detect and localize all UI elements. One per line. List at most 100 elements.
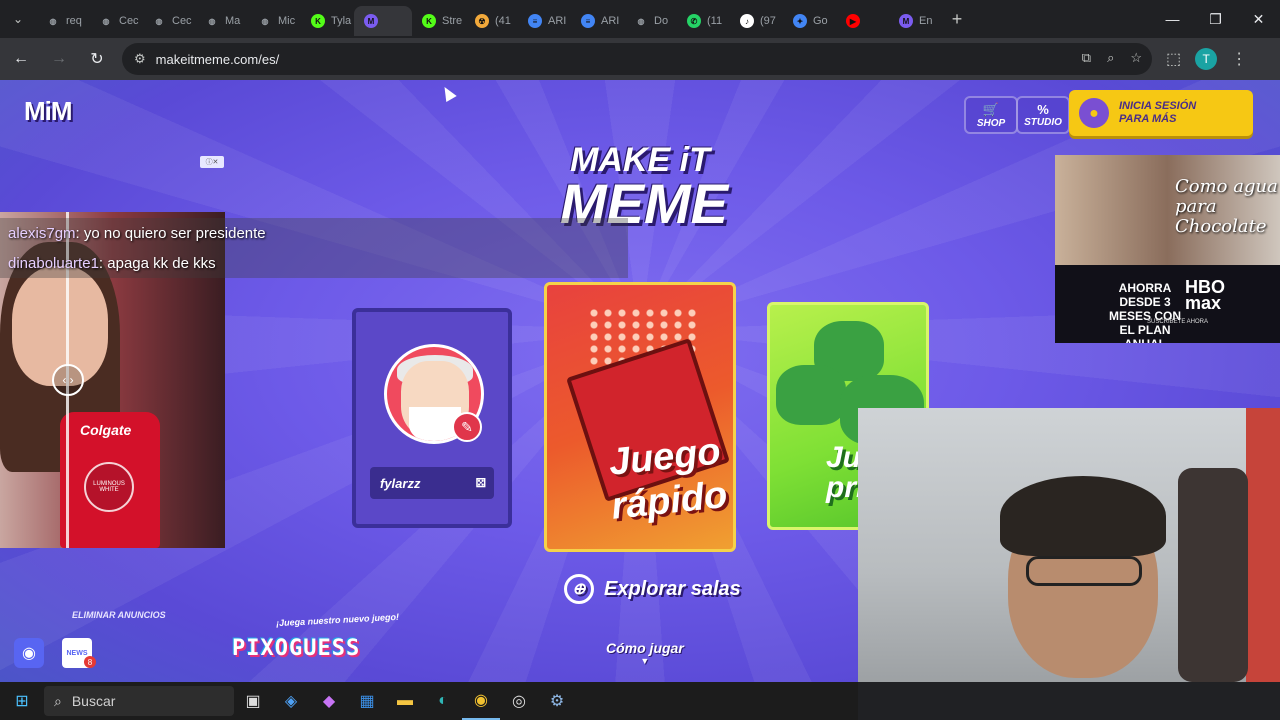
ad-title: Como agua para Chocolate: [1175, 176, 1278, 237]
discord-icon[interactable]: ◉: [14, 638, 44, 668]
globe-icon: ⊕: [564, 574, 594, 604]
edit-avatar-icon[interactable]: ✎: [452, 412, 482, 442]
chat-line: alexis7gm : yo no quiero ser presidente: [0, 218, 628, 248]
chat-user: dinaboluarte1: [8, 254, 99, 272]
extensions-icon[interactable]: ⬚: [1166, 49, 1181, 69]
steam-icon[interactable]: ⚙: [538, 682, 576, 720]
browser-tab[interactable]: K Stre: [412, 6, 465, 36]
news-count-badge: 8: [84, 656, 96, 668]
doc-icon: ≡: [581, 14, 595, 28]
browser-tab[interactable]: ◍ Do: [624, 6, 677, 36]
omnibox-actions: ⧉ ⌕ ☆: [1082, 50, 1142, 66]
file-explorer-icon[interactable]: ▬: [386, 682, 424, 720]
browser-tab[interactable]: ♪ (97: [730, 6, 783, 36]
obs-icon[interactable]: ◎: [500, 682, 538, 720]
login-button[interactable]: ● INICIA SESIÓN PARA MÁS: [1069, 90, 1253, 136]
zoom-icon[interactable]: ⌕: [1107, 50, 1114, 66]
browser-tab[interactable]: M En: [889, 6, 942, 36]
ad-offer: AHORRA DESDE 3 MESES CON EL PLAN ANUAL: [1108, 281, 1181, 343]
browser-tab[interactable]: ◍ req: [36, 6, 89, 36]
hbo-max-ad[interactable]: Como agua para Chocolate AHORRA DESDE 3 …: [1055, 155, 1280, 343]
tab-label: Do: [654, 15, 669, 27]
webcam-glasses: [1026, 556, 1142, 586]
how-to-play-link[interactable]: Cómo jugar ▼: [606, 640, 684, 666]
task-view-icon[interactable]: ▣: [234, 682, 272, 720]
forward-icon[interactable]: →: [42, 42, 76, 76]
minimize-icon[interactable]: —: [1151, 0, 1194, 38]
windows-taskbar: ⊞ ⌕ Buscar ▣ ◈ ◆ ▦ ▬ ◐ ◉ ◎ ⚙: [0, 682, 858, 720]
k-icon: K: [422, 14, 436, 28]
tabs-container: ◍ req ◍ Cec ◍ Cec ◍ Ma ◍ Mic K Tyla M K Stre ☢ (41 ≡ ARI ≡ A…: [36, 2, 942, 36]
pixoguess-link[interactable]: PIXOGUESS: [232, 636, 360, 661]
compare-handle[interactable]: ‹ ›: [52, 364, 84, 396]
browser-tab[interactable]: ◍ Cec: [142, 6, 195, 36]
explore-rooms-button[interactable]: ⊕ Explorar salas: [564, 574, 741, 604]
browser-tab[interactable]: ✦ Go: [783, 6, 836, 36]
chrome-icon[interactable]: ◉: [462, 682, 500, 720]
tab-label: Mic: [278, 15, 296, 27]
tab-search-icon[interactable]: ⌄: [0, 0, 36, 38]
user-icon: ●: [1079, 98, 1109, 128]
bookmark-star-icon[interactable]: ☆: [1130, 50, 1142, 66]
site-logo[interactable]: MiM: [24, 96, 73, 127]
ad-brand: Colgate: [80, 422, 132, 438]
globe-icon: ◍: [208, 16, 216, 26]
adchoices-icon[interactable]: ⓘ✕: [200, 156, 224, 168]
browser-tab[interactable]: M: [354, 6, 412, 36]
quick-play-label: Juego rápido: [583, 427, 733, 531]
cat-illustration: [776, 365, 846, 425]
new-tab-button[interactable]: +: [942, 9, 972, 30]
browser-toolbar: ← → ↻ ⚙ makeitmeme.com/es/ ⧉ ⌕ ☆ ⬚ T ⋮: [0, 38, 1280, 80]
taskbar-search[interactable]: ⌕ Buscar: [44, 686, 234, 716]
chevron-down-icon: ▼: [640, 656, 650, 666]
chat-message: : yo no quiero ser presidente: [75, 224, 266, 242]
remove-ads-link[interactable]: ELIMINAR ANUNCIOS: [72, 610, 166, 620]
browser-tab[interactable]: ▶: [836, 6, 889, 36]
studio-button[interactable]: % STUDIO: [1016, 96, 1070, 134]
reload-icon[interactable]: ↻: [80, 42, 114, 76]
address-bar[interactable]: ⚙ makeitmeme.com/es/ ⧉ ⌕ ☆: [122, 43, 1152, 75]
shop-button[interactable]: 🛒 SHOP: [964, 96, 1018, 134]
browser-tab[interactable]: ◍ Mic: [248, 6, 301, 36]
studio-label: STUDIO: [1024, 117, 1062, 128]
browser-tab[interactable]: ≡ ARI: [571, 6, 624, 36]
browser-tab[interactable]: K Tyla: [301, 6, 354, 36]
ms-store-icon[interactable]: ▦: [348, 682, 386, 720]
globe-icon: ◍: [102, 16, 110, 26]
nickname-input[interactable]: fylarzz ⚄: [370, 467, 494, 499]
tab-label: (41: [495, 15, 511, 27]
tab-label: Cec: [119, 15, 139, 27]
maximize-icon[interactable]: ❐: [1194, 0, 1237, 38]
copilot-icon[interactable]: ◆: [310, 682, 348, 720]
ad-cta: SUSCRÍBETE AHORA: [1147, 319, 1209, 325]
gemini-icon: ✦: [793, 14, 807, 28]
store-icon[interactable]: ◈: [272, 682, 310, 720]
login-label-1: INICIA SESIÓN: [1119, 100, 1197, 112]
site-info-icon[interactable]: ⚙: [134, 51, 146, 67]
browser-tab[interactable]: ≡ ARI: [518, 6, 571, 36]
login-label-2: PARA MÁS: [1119, 113, 1177, 125]
windows-start-icon[interactable]: ⊞: [0, 682, 44, 720]
tab-label: Stre: [442, 15, 463, 27]
menu-icon[interactable]: ⋮: [1231, 49, 1247, 69]
close-icon[interactable]: ✕: [1237, 0, 1280, 38]
webcam-overlay: [858, 408, 1280, 682]
edge-icon[interactable]: ◐: [424, 682, 462, 720]
toolbar-right: ⬚ T ⋮: [1166, 48, 1247, 70]
dice-icon[interactable]: ⚄: [476, 476, 486, 490]
chat-line: dinaboluarte1 : apaga kk de kks: [0, 248, 628, 278]
tab-label: Cec: [172, 15, 192, 27]
search-placeholder: Buscar: [71, 693, 116, 709]
quick-play-card[interactable]: Juego rápido: [544, 282, 736, 552]
profile-avatar[interactable]: T: [1195, 48, 1218, 70]
tab-label: (97: [760, 15, 776, 27]
ad-hbo-logo: HBO max: [1185, 277, 1225, 313]
browser-tab[interactable]: ◍ Ma: [195, 6, 248, 36]
browser-tab[interactable]: ☢ (41: [465, 6, 518, 36]
mim-icon: M: [364, 14, 378, 28]
browser-tab[interactable]: ✆ (11: [677, 6, 730, 36]
cart-icon: 🛒: [982, 101, 1000, 117]
back-icon[interactable]: ←: [4, 42, 38, 76]
install-app-icon[interactable]: ⧉: [1082, 50, 1091, 66]
browser-tab[interactable]: ◍ Cec: [89, 6, 142, 36]
